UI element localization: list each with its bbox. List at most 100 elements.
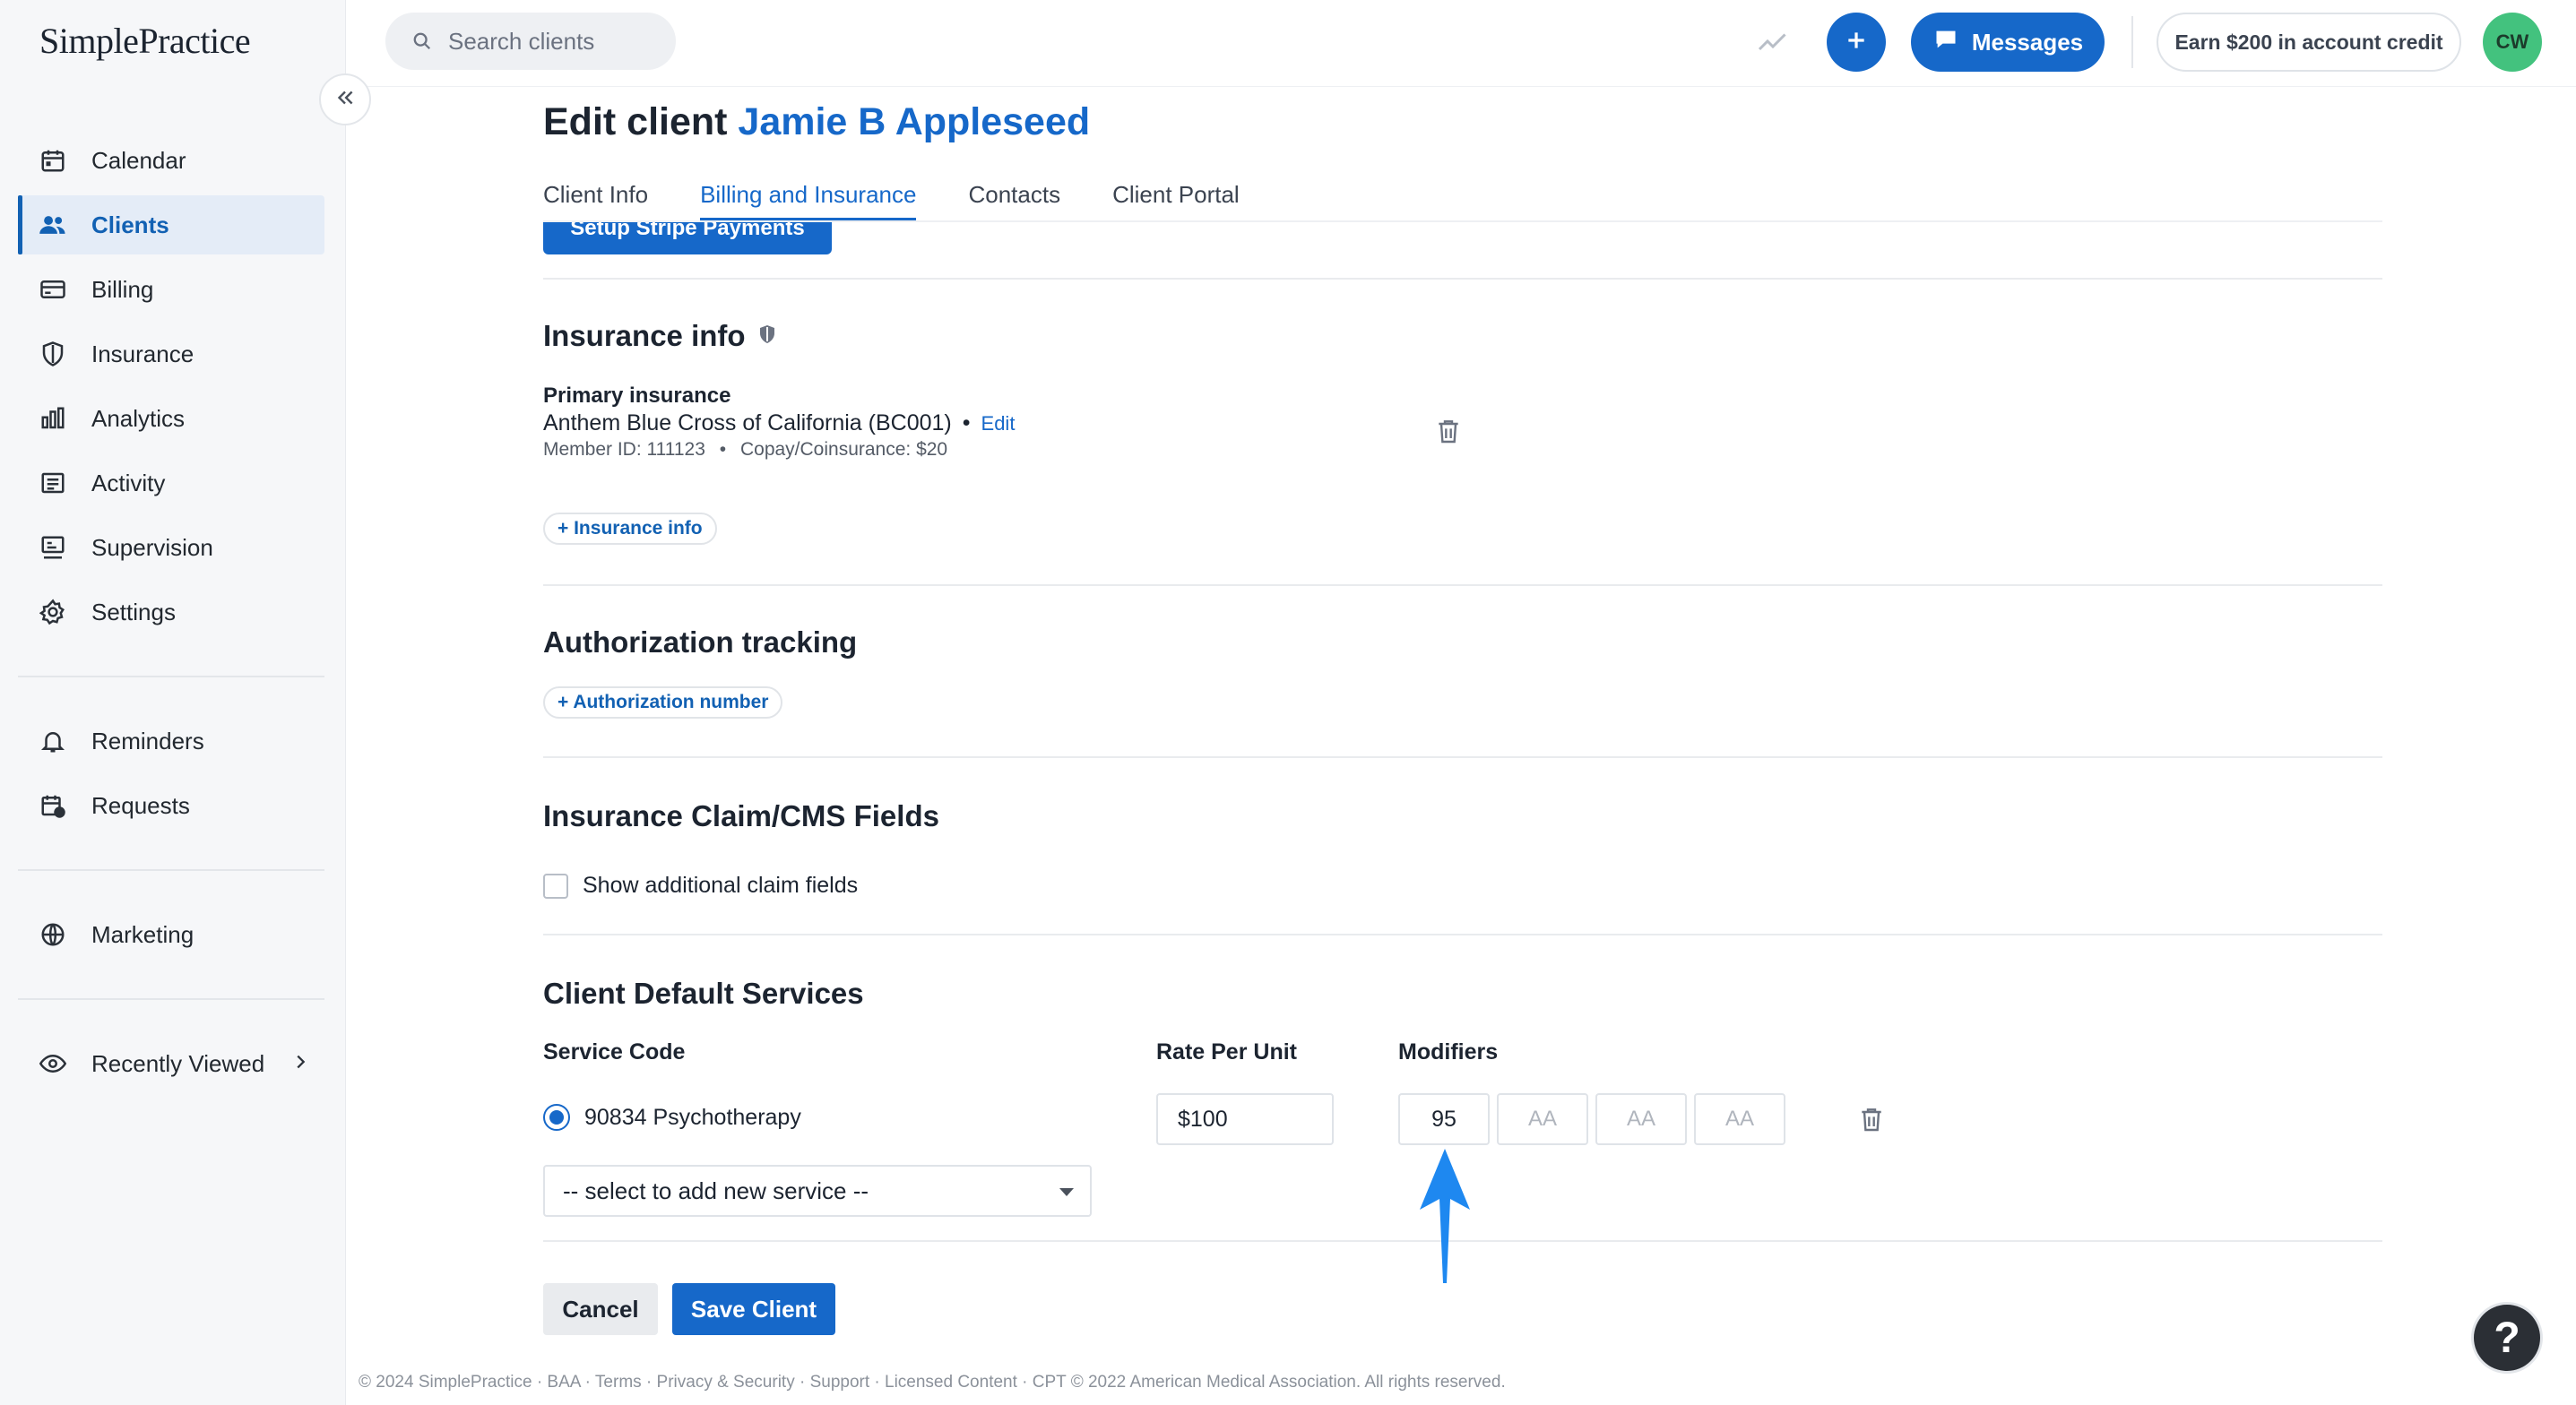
tab-contacts[interactable]: Contacts <box>968 176 1060 220</box>
authorization-tracking-title: Authorization tracking <box>543 625 857 659</box>
billing-icon <box>38 274 68 305</box>
add-button[interactable] <box>1827 13 1886 72</box>
tab-client-info[interactable]: Client Info <box>543 176 648 220</box>
insurance-meta: Member ID: 111123 • Copay/Coinsurance: $… <box>543 439 947 461</box>
caret-down-icon <box>1059 1188 1074 1196</box>
client-name-link[interactable]: Jamie B Appleseed <box>738 100 1090 143</box>
double-chevron-left-icon <box>333 86 357 114</box>
delete-service-button[interactable] <box>1857 1104 1886 1139</box>
chat-icon <box>1932 27 1959 58</box>
rate-input[interactable]: $100 <box>1156 1093 1334 1145</box>
sidebar-item-label: Insurance <box>91 340 194 367</box>
add-authorization-number-button[interactable]: + Authorization number <box>543 686 783 719</box>
sidebar-divider <box>18 676 324 677</box>
add-insurance-info-button[interactable]: + Insurance info <box>543 513 717 545</box>
modifiers-header: Modifiers <box>1398 1039 1499 1065</box>
page-title: Edit client Jamie B Appleseed <box>543 100 1090 144</box>
arrow-up-icon <box>1416 1147 1474 1291</box>
search-icon <box>412 31 432 51</box>
authorization-tracking-title-text: Authorization tracking <box>543 625 858 659</box>
sidebar-item-settings[interactable]: Settings <box>18 582 324 642</box>
insurance-claim-title: Insurance Claim/CMS Fields <box>543 799 939 833</box>
sidebar-item-label: Recently Viewed <box>91 1049 265 1077</box>
add-service-select[interactable]: -- select to add new service -- <box>543 1165 1092 1217</box>
sidebar-item-activity[interactable]: Activity <box>18 453 324 513</box>
sidebar-item-insurance[interactable]: Insurance <box>18 324 324 384</box>
trash-icon <box>1434 416 1463 451</box>
section-divider <box>543 584 2382 586</box>
modifier-input-1[interactable]: 95 <box>1398 1093 1490 1145</box>
sidebar-item-label: Reminders <box>91 727 204 754</box>
setup-stripe-button[interactable]: Setup Stripe Payments <box>543 222 832 254</box>
requests-icon <box>38 790 68 821</box>
bell-icon <box>38 726 68 756</box>
insurance-claim-title-text: Insurance Claim/CMS Fields <box>543 799 939 832</box>
setup-stripe-label: Setup Stripe Payments <box>570 222 805 240</box>
avatar[interactable]: CW <box>2483 13 2542 72</box>
copay: Copay/Coinsurance: $20 <box>739 439 948 460</box>
tabs: Client Info Billing and Insurance Contac… <box>543 176 1240 220</box>
show-claim-fields-label: Show additional claim fields <box>583 873 859 898</box>
search-input[interactable]: Search clients <box>385 13 676 70</box>
sidebar-item-reminders[interactable]: Reminders <box>18 711 324 771</box>
tab-billing-and-insurance[interactable]: Billing and Insurance <box>700 176 917 220</box>
eye-icon <box>38 1048 68 1079</box>
section-divider <box>543 756 2382 758</box>
sidebar-item-label: Settings <box>91 598 176 625</box>
sidebar-item-billing[interactable]: Billing <box>18 260 324 319</box>
sidebar-item-label: Marketing <box>91 920 194 948</box>
save-client-button[interactable]: Save Client <box>672 1283 835 1335</box>
modifier-input-4[interactable]: AA <box>1694 1093 1785 1145</box>
page-title-prefix: Edit client <box>543 100 728 143</box>
cancel-button[interactable]: Cancel <box>543 1283 658 1335</box>
sidebar-item-clients[interactable]: Clients <box>18 195 324 254</box>
show-claim-fields-row[interactable]: Show additional claim fields <box>543 873 858 899</box>
clients-icon <box>38 210 68 240</box>
sidebar-item-analytics[interactable]: Analytics <box>18 389 324 448</box>
sidebar-item-label: Clients <box>91 211 169 238</box>
analytics-icon <box>38 403 68 434</box>
insurance-info-title-text: Insurance info <box>543 319 746 352</box>
modifier-input-2[interactable]: AA <box>1497 1093 1588 1145</box>
trend-icon[interactable] <box>1755 25 1791 62</box>
sidebar-item-recently-viewed[interactable]: Recently Viewed <box>18 1034 324 1093</box>
rate-per-unit-header: Rate Per Unit <box>1156 1039 1297 1065</box>
sidebar-item-label: Calendar <box>91 146 186 174</box>
collapse-sidebar-button[interactable] <box>319 73 371 125</box>
chevron-right-icon <box>290 1050 310 1078</box>
show-claim-fields-checkbox[interactable] <box>543 873 568 899</box>
search-placeholder: Search clients <box>448 27 595 55</box>
sidebar-divider <box>18 869 324 871</box>
add-service-select-label: -- select to add new service -- <box>563 1177 869 1204</box>
default-service-radio[interactable] <box>543 1104 570 1131</box>
earn-credit-button[interactable]: Earn $200 in account credit <box>2157 13 2461 72</box>
sidebar-item-calendar[interactable]: Calendar <box>18 131 324 190</box>
trash-icon <box>1857 1104 1886 1139</box>
globe-icon <box>38 919 68 950</box>
modifier-input-3[interactable]: AA <box>1595 1093 1687 1145</box>
logo[interactable]: SimplePractice <box>39 20 251 62</box>
service-name: 90834 Psychotherapy <box>584 1104 801 1130</box>
sidebar-item-label: Billing <box>91 275 154 303</box>
sidebar-item-label: Activity <box>91 469 166 496</box>
insurance-info-title: Insurance info <box>543 319 778 353</box>
messages-button[interactable]: Messages <box>1911 13 2105 72</box>
sidebar-nav: Calendar Clients Billing Insurance Analy… <box>18 131 324 1099</box>
edit-insurance-link[interactable]: Edit <box>981 412 1016 435</box>
sidebar-item-label: Analytics <box>91 404 186 432</box>
footer-text: © 2024 SimplePractice · BAA · Terms · Pr… <box>359 1373 1506 1392</box>
sidebar: SimplePractice Calendar Clients Billing <box>0 0 346 1405</box>
help-button[interactable]: ? <box>2474 1305 2540 1371</box>
delete-insurance-button[interactable] <box>1434 416 1463 451</box>
gear-icon <box>38 597 68 627</box>
sidebar-item-label: Requests <box>91 791 190 819</box>
sidebar-item-requests[interactable]: Requests <box>18 776 324 835</box>
header-divider-line <box>346 86 2576 87</box>
service-row: 90834 Psychotherapy <box>543 1104 801 1131</box>
tab-client-portal[interactable]: Client Portal <box>1112 176 1240 220</box>
sidebar-item-marketing[interactable]: Marketing <box>18 905 324 964</box>
header-divider <box>2131 16 2133 68</box>
sidebar-item-supervision[interactable]: Supervision <box>18 518 324 577</box>
calendar-icon <box>38 145 68 176</box>
member-id: Member ID: 111123 <box>543 439 705 460</box>
